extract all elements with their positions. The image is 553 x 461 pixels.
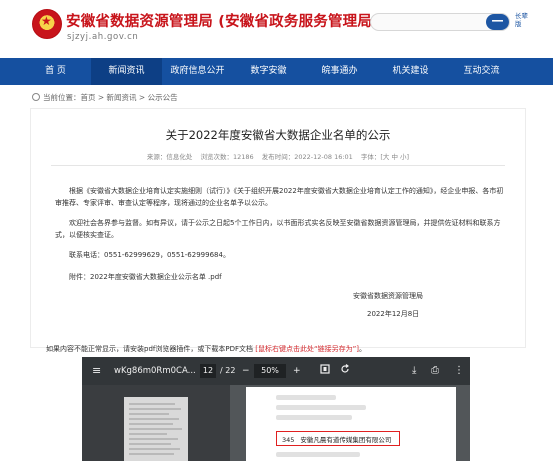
page-number-input[interactable]: 12: [200, 364, 216, 378]
site-title[interactable]: 安徽省数据资源管理局 (安徽省政务服务管理局): [66, 10, 379, 31]
article-paragraph: 根据《安徽省大数据企业培育认定实施细则（试行）》《关于组织开展2022年度安徽省…: [55, 187, 504, 207]
article-paragraph: 欢迎社会各界参与监督。如有异议，请于公示之日起5个工作日内，以书面形式实名反映至…: [55, 219, 501, 239]
nav-item-digital-anhui[interactable]: 数字安徽: [233, 58, 304, 85]
site-header: 安徽省数据资源管理局 (安徽省政务服务管理局) sjzyj.ah.gov.cn …: [0, 0, 553, 58]
site-domain: sjzyj.ah.gov.cn: [67, 32, 139, 42]
fit-page-icon[interactable]: [320, 357, 330, 385]
divider: [51, 165, 505, 166]
national-emblem-logo: [32, 9, 62, 39]
nav-item-news[interactable]: 新闻资讯: [91, 58, 162, 85]
pdf-viewer[interactable]: ≡ wKg86m0Rm0CA... 12 / 22 − 50% + ⤓ ⎙ ⋮ …: [82, 357, 470, 461]
more-options-icon[interactable]: ⋮: [454, 357, 464, 385]
pdf-toolbar: ≡ wKg86m0Rm0CA... 12 / 22 − 50% + ⤓ ⎙ ⋮: [82, 357, 470, 385]
contact-phone: 联系电话：0551-62999629，0551-62999684。: [69, 251, 230, 259]
blurred-row: [276, 452, 360, 457]
meta-source: 来源：信息化处: [146, 153, 193, 161]
article-card: 关于2022年度安徽省大数据企业名单的公示 来源：信息化处 浏览次数：12186…: [30, 108, 526, 348]
blurred-row: [276, 395, 336, 400]
main-nav: 首 页 新闻资讯 政府信息公开 数字安徽 皖事通办 机关建设 互动交流: [0, 58, 553, 85]
entry-number: 345: [282, 436, 295, 444]
meta-views: 浏览次数：12186: [200, 153, 254, 161]
attachment-link[interactable]: 附件：2022年度安徽省大数据企业公示名单 .pdf: [55, 271, 505, 283]
highlighted-entry: 345 安徽凡晨有道传媒集团有限公司: [282, 434, 391, 444]
page-total: / 22: [220, 366, 236, 375]
entry-company: 安徽凡晨有道传媒集团有限公司: [300, 436, 392, 444]
nav-item-gov-info[interactable]: 政府信息公开: [162, 58, 233, 85]
pdf-download-link[interactable]: [鼠标右键点击此处“链接另存为”]: [255, 345, 359, 353]
article-title: 关于2022年度安徽省大数据企业名单的公示: [165, 128, 391, 142]
meta-date: 发布时间：2022-12-08 16:01: [261, 153, 353, 161]
rotate-icon[interactable]: [340, 357, 350, 385]
location-icon: [32, 93, 40, 101]
thumbnail-pane: [82, 385, 230, 461]
font-size-switch[interactable]: 字体：[大 中 小]: [361, 153, 409, 161]
print-icon[interactable]: ⎙: [431, 357, 439, 385]
signature-date: 2022年12月8日: [367, 310, 420, 318]
menu-icon[interactable]: ≡: [92, 357, 101, 385]
breadcrumb-text[interactable]: 当前位置：首页 > 新闻资讯 > 公示公告: [43, 93, 178, 102]
zoom-level-input[interactable]: 50%: [254, 364, 286, 378]
elder-version-link[interactable]: 长辈版: [515, 12, 531, 28]
signature-org: 安徽省数据资源管理局: [353, 292, 423, 300]
zoom-in-button[interactable]: +: [293, 357, 301, 385]
pdf-page: 345 安徽凡晨有道传媒集团有限公司: [246, 387, 456, 461]
page-thumbnail[interactable]: [124, 397, 188, 461]
article-meta: 来源：信息化处 浏览次数：12186 发布时间：2022-12-08 16:01…: [31, 151, 525, 161]
pdf-filename: wKg86m0Rm0CA...: [114, 366, 196, 376]
breadcrumb: 当前位置：首页 > 新闻资讯 > 公示公告: [32, 92, 178, 103]
blurred-row: [276, 415, 352, 420]
nav-item-organ-building[interactable]: 机关建设: [375, 58, 446, 85]
nav-item-wanshitong[interactable]: 皖事通办: [304, 58, 375, 85]
nav-item-interaction[interactable]: 互动交流: [446, 58, 517, 85]
blurred-row: [276, 405, 366, 410]
pdf-notice-text: 如果内容不能正常显示，请安装pdf浏览器插件，或下载本PDF文档: [46, 345, 256, 353]
download-icon[interactable]: ⤓: [412, 357, 416, 385]
nav-item-home[interactable]: 首 页: [20, 58, 91, 85]
zoom-out-button[interactable]: −: [242, 357, 250, 385]
pdf-notice-tail: 。: [358, 345, 366, 353]
pdf-notice: 如果内容不能正常显示，请安装pdf浏览器插件，或下载本PDF文档 [鼠标右键点击…: [46, 344, 366, 354]
search-button[interactable]: ━━: [486, 14, 509, 30]
